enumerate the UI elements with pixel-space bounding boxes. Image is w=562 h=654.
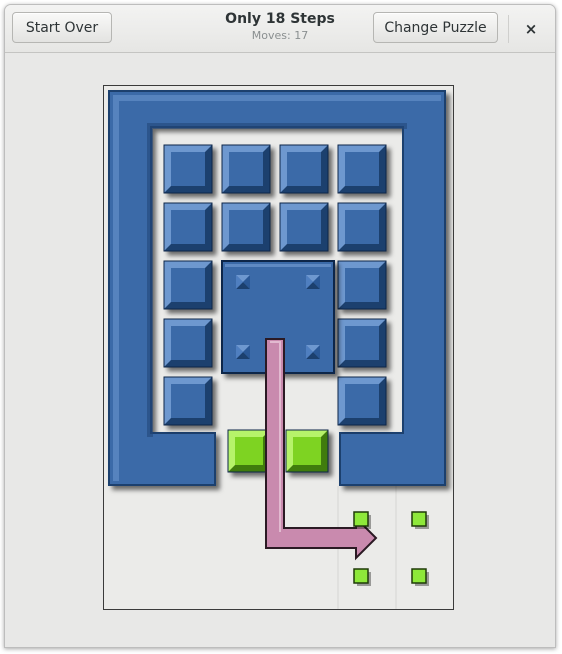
- target-marker-icon: [411, 568, 429, 586]
- small-block[interactable]: [163, 318, 213, 368]
- block-stud-icon: [236, 275, 250, 289]
- small-block[interactable]: [163, 260, 213, 310]
- change-puzzle-button[interactable]: Change Puzzle: [373, 12, 498, 43]
- small-block[interactable]: [337, 260, 387, 310]
- green-piece[interactable]: [285, 429, 329, 473]
- small-block[interactable]: [163, 376, 213, 426]
- small-block[interactable]: [163, 144, 213, 194]
- small-block[interactable]: [221, 202, 271, 252]
- start-over-button[interactable]: Start Over: [12, 12, 112, 43]
- block-stud-icon: [236, 345, 250, 359]
- small-block[interactable]: [279, 144, 329, 194]
- small-block[interactable]: [163, 202, 213, 252]
- small-block[interactable]: [337, 202, 387, 252]
- small-block[interactable]: [221, 144, 271, 194]
- small-block[interactable]: [279, 202, 329, 252]
- target-marker-icon: [353, 568, 371, 586]
- title-block: Only 18 Steps Moves: 17: [185, 11, 375, 43]
- block-stud-icon: [306, 275, 320, 289]
- small-block[interactable]: [337, 144, 387, 194]
- window-title: Only 18 Steps: [225, 11, 335, 27]
- block-stud-icon: [306, 345, 320, 359]
- puzzle-board[interactable]: [103, 85, 454, 610]
- green-piece[interactable]: [227, 429, 271, 473]
- header-bar: Start Over Only 18 Steps Moves: 17 Chang…: [5, 5, 555, 53]
- small-block[interactable]: [337, 318, 387, 368]
- close-icon[interactable]: ×: [515, 14, 547, 44]
- small-block[interactable]: [337, 376, 387, 426]
- moves-counter: Moves: 17: [251, 29, 309, 42]
- board-canvas[interactable]: [104, 86, 453, 609]
- target-marker-icon: [353, 511, 371, 529]
- puzzle-window: Start Over Only 18 Steps Moves: 17 Chang…: [4, 4, 556, 648]
- header-separator: [508, 15, 509, 43]
- target-marker-icon: [411, 511, 429, 529]
